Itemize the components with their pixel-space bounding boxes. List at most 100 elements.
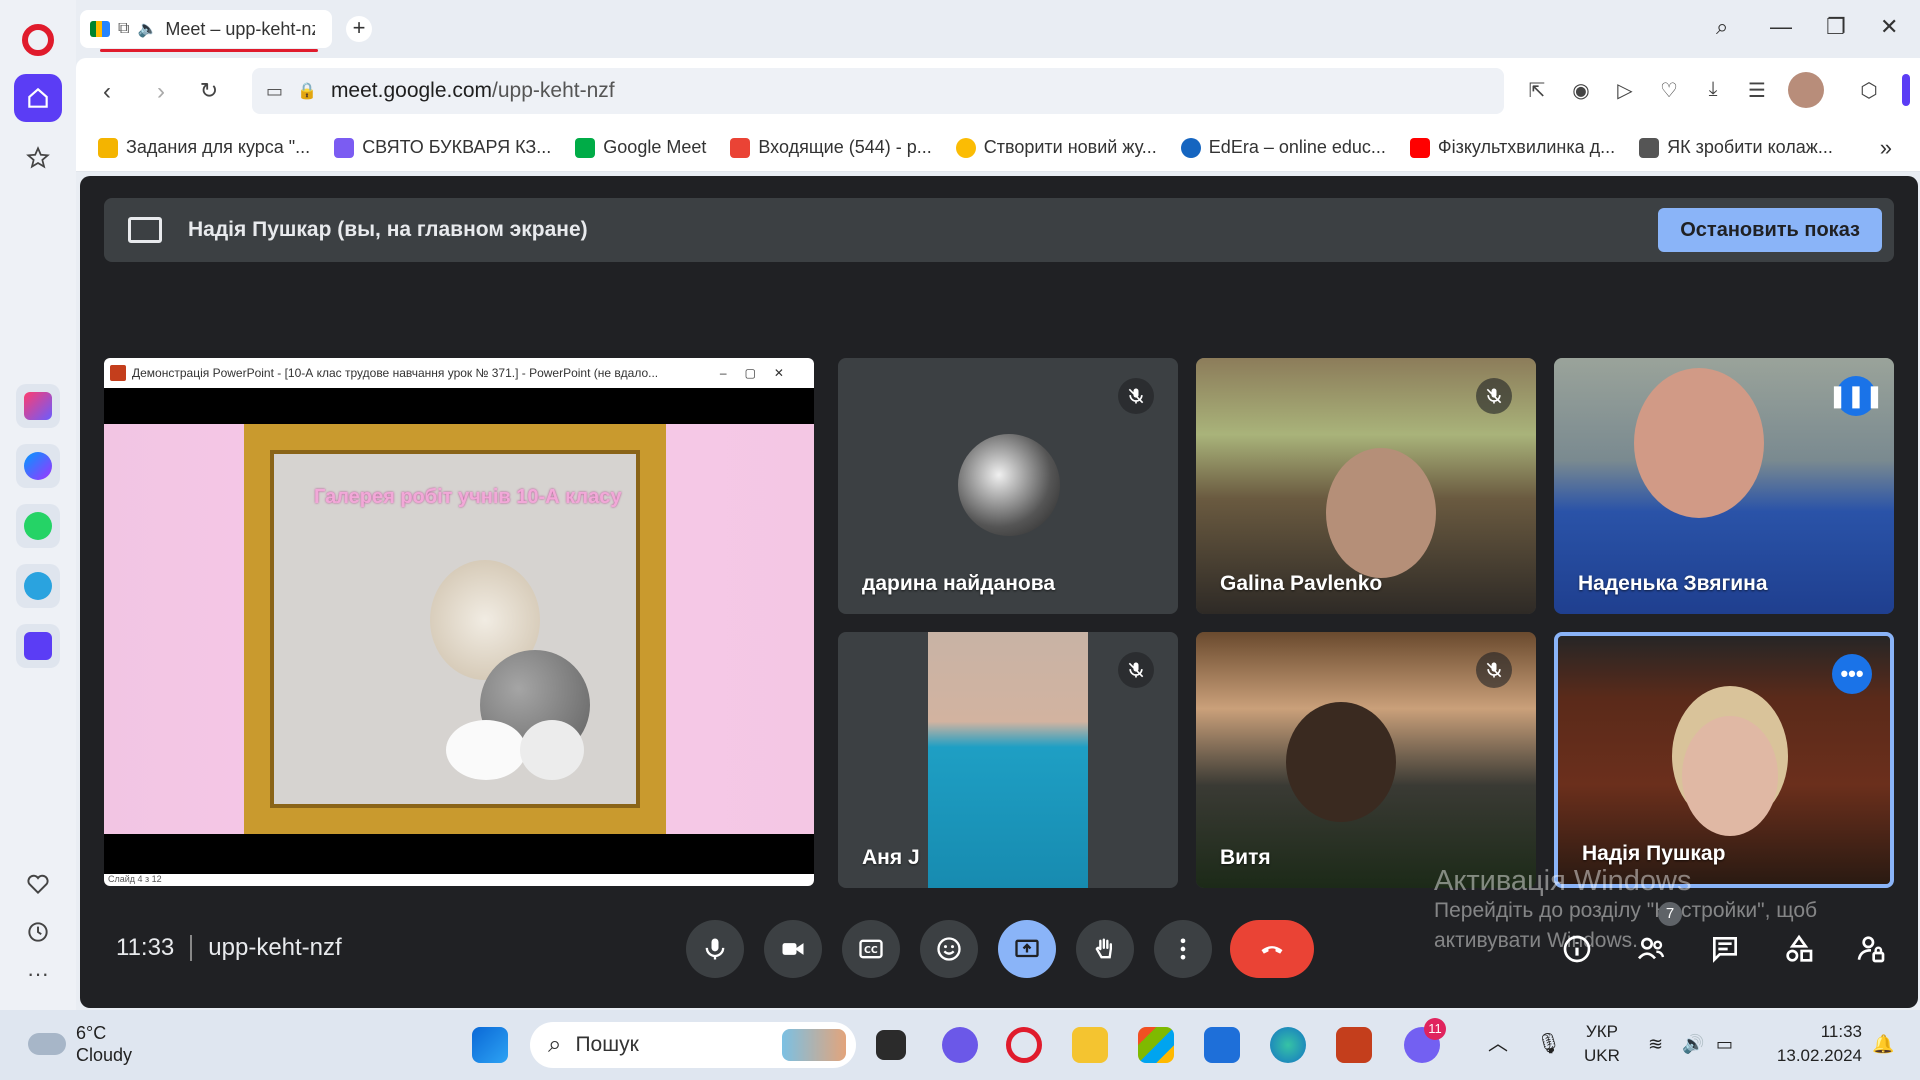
system-clock[interactable]: 11:33 13.02.2024	[1762, 1020, 1862, 1068]
microsoft-store-icon[interactable]	[1138, 1027, 1174, 1063]
participant-tile[interactable]: дарина найданова	[838, 358, 1178, 614]
task-view-icon[interactable]	[876, 1030, 906, 1060]
participant-tile[interactable]: ❚❚❚ Наденька Звягина	[1554, 358, 1894, 614]
participant-tile[interactable]: Аня J	[838, 632, 1178, 888]
raise-hand-button[interactable]	[1076, 920, 1134, 978]
bookmark-item[interactable]: Входящие (544) - p...	[730, 137, 932, 158]
whatsapp-app-button[interactable]	[16, 504, 60, 548]
sidebar-toggle-bar[interactable]	[1902, 74, 1910, 106]
my-flow-heart-icon[interactable]: ♡	[1656, 78, 1682, 104]
edge-icon[interactable]	[1270, 1027, 1306, 1063]
telegram-icon	[24, 572, 52, 600]
input-language[interactable]: УКР UKR	[1584, 1020, 1620, 1068]
screen-share-tile[interactable]: Демонстрація PowerPoint - [10-А клас тру…	[104, 358, 814, 886]
share-page-icon[interactable]: ⇱	[1524, 78, 1550, 104]
more-options-button[interactable]	[1154, 920, 1212, 978]
bookmarks-overflow-chevron-icon[interactable]: »	[1880, 135, 1892, 161]
notifications-bell-icon[interactable]: 🔔	[1872, 1032, 1894, 1056]
microphone-button[interactable]	[686, 920, 744, 978]
start-windows-icon[interactable]	[472, 1027, 508, 1063]
minimize-button[interactable]: —	[1770, 14, 1792, 40]
reload-button[interactable]: ↻	[194, 78, 224, 104]
stop-presenting-button[interactable]: Остановить показ	[1658, 208, 1882, 252]
lock-icon[interactable]: 🔒	[297, 81, 317, 101]
host-controls-button[interactable]	[1852, 930, 1890, 968]
weather-widget[interactable]: 6°C Cloudy	[28, 1022, 132, 1066]
tab-meet[interactable]: ⧉ 🔈 Meet – upp-keht-nzf	[80, 10, 332, 52]
new-tab-button[interactable]: +	[346, 16, 372, 42]
participant-tile-self[interactable]: ••• Надія Пушкар	[1554, 632, 1894, 888]
participant-tile[interactable]: Витя	[1196, 632, 1536, 888]
camera-permission-icon[interactable]: ▭	[266, 81, 283, 102]
home-button[interactable]	[14, 74, 62, 122]
bookmark-item[interactable]: Фізкультхвилинка д...	[1409, 137, 1615, 158]
captions-button[interactable]: CC	[842, 920, 900, 978]
bookmark-favicon-icon	[1639, 137, 1660, 158]
file-explorer-icon[interactable]	[1072, 1027, 1108, 1063]
language-code: УКР	[1585, 1022, 1618, 1041]
opera-taskbar-icon[interactable]	[1006, 1027, 1042, 1063]
wifi-icon[interactable]: ≋	[1648, 1032, 1663, 1056]
activities-button[interactable]	[1780, 930, 1818, 968]
leave-call-button[interactable]	[1230, 920, 1314, 978]
bookmark-item[interactable]: Задания для курса "...	[98, 137, 310, 158]
powerpoint-taskbar-icon[interactable]	[1336, 1027, 1372, 1063]
more-options-icon[interactable]: •••	[1832, 654, 1872, 694]
restore-button[interactable]: ❐	[1826, 14, 1846, 40]
aria-app-button[interactable]	[16, 384, 60, 428]
music-player-button[interactable]	[16, 624, 60, 668]
present-now-button[interactable]	[998, 920, 1056, 978]
history-button[interactable]	[14, 908, 62, 956]
participant-video	[928, 632, 1088, 888]
popout-icon[interactable]: ⧉	[118, 20, 129, 38]
forward-button[interactable]: ›	[146, 78, 176, 106]
more-sidebar-button[interactable]: ···	[14, 950, 62, 998]
battery-icon[interactable]: ▭	[1716, 1032, 1733, 1056]
heart-icon	[27, 874, 49, 895]
tray-overflow-chevron-icon[interactable]: ︿	[1488, 1032, 1508, 1056]
participant-video-face	[1286, 702, 1396, 822]
volume-icon[interactable]: 🔊	[1682, 1032, 1704, 1056]
bookmark-item[interactable]: ЯК зробити колаж...	[1639, 137, 1833, 158]
participant-tile[interactable]: Galina Pavlenko	[1196, 358, 1536, 614]
participant-name: дарина найданова	[862, 572, 1056, 595]
favorites-heart-button[interactable]	[14, 860, 62, 908]
people-button[interactable]	[1632, 930, 1670, 968]
bookmark-label: ЯК зробити колаж...	[1667, 137, 1833, 157]
bookmark-favicon-icon	[730, 137, 751, 158]
mail-icon[interactable]	[1204, 1027, 1240, 1063]
powerpoint-icon	[110, 365, 126, 381]
bookmark-item[interactable]: EdEra – online educ...	[1180, 137, 1386, 158]
camera-button[interactable]	[764, 920, 822, 978]
reactions-button[interactable]	[920, 920, 978, 978]
bookmark-item[interactable]: Створити новий жу...	[955, 137, 1157, 158]
profile-avatar[interactable]	[1788, 72, 1824, 108]
tab-search-icon[interactable]: ⌕	[1716, 14, 1728, 40]
url-field[interactable]: ▭ 🔒 meet.google.com/upp-keht-nzf	[252, 68, 1504, 114]
aria-icon	[24, 392, 52, 420]
speaker-icon[interactable]: 🔈	[137, 19, 157, 39]
snapshot-camera-icon[interactable]: ◉	[1568, 78, 1594, 104]
chat-teams-icon[interactable]	[942, 1027, 978, 1063]
bookmark-item[interactable]: Google Meet	[575, 137, 706, 158]
star-button[interactable]	[14, 134, 62, 182]
opera-logo-icon[interactable]	[22, 24, 54, 56]
extensions-cube-icon[interactable]: ⬡	[1856, 78, 1882, 104]
meeting-details-button[interactable]	[1558, 930, 1596, 968]
back-button[interactable]: ‹	[92, 78, 122, 106]
taskbar-search[interactable]: ⌕ Пошук	[530, 1022, 856, 1068]
messenger-app-button[interactable]	[16, 444, 60, 488]
easy-setup-icon[interactable]: ☰	[1744, 78, 1770, 104]
bookmark-item[interactable]: СВЯТО БУКВАРЯ КЗ...	[334, 137, 551, 158]
telegram-app-button[interactable]	[16, 564, 60, 608]
send-icon[interactable]: ▷	[1612, 78, 1638, 104]
muted-mic-icon	[1118, 378, 1154, 414]
bookmark-label: Входящие (544) - p...	[758, 137, 932, 157]
tray-microphone-icon[interactable]: 🎙	[1536, 1032, 1561, 1056]
download-icon[interactable]: ⤓	[1700, 78, 1726, 104]
bookmark-label: EdEra – online educ...	[1208, 137, 1386, 157]
meeting-code[interactable]: upp-keht-nzf	[208, 934, 341, 962]
close-window-button[interactable]: ✕	[1880, 14, 1898, 40]
chat-button[interactable]	[1706, 930, 1744, 968]
viber-unread-badge: 11	[1424, 1018, 1446, 1040]
